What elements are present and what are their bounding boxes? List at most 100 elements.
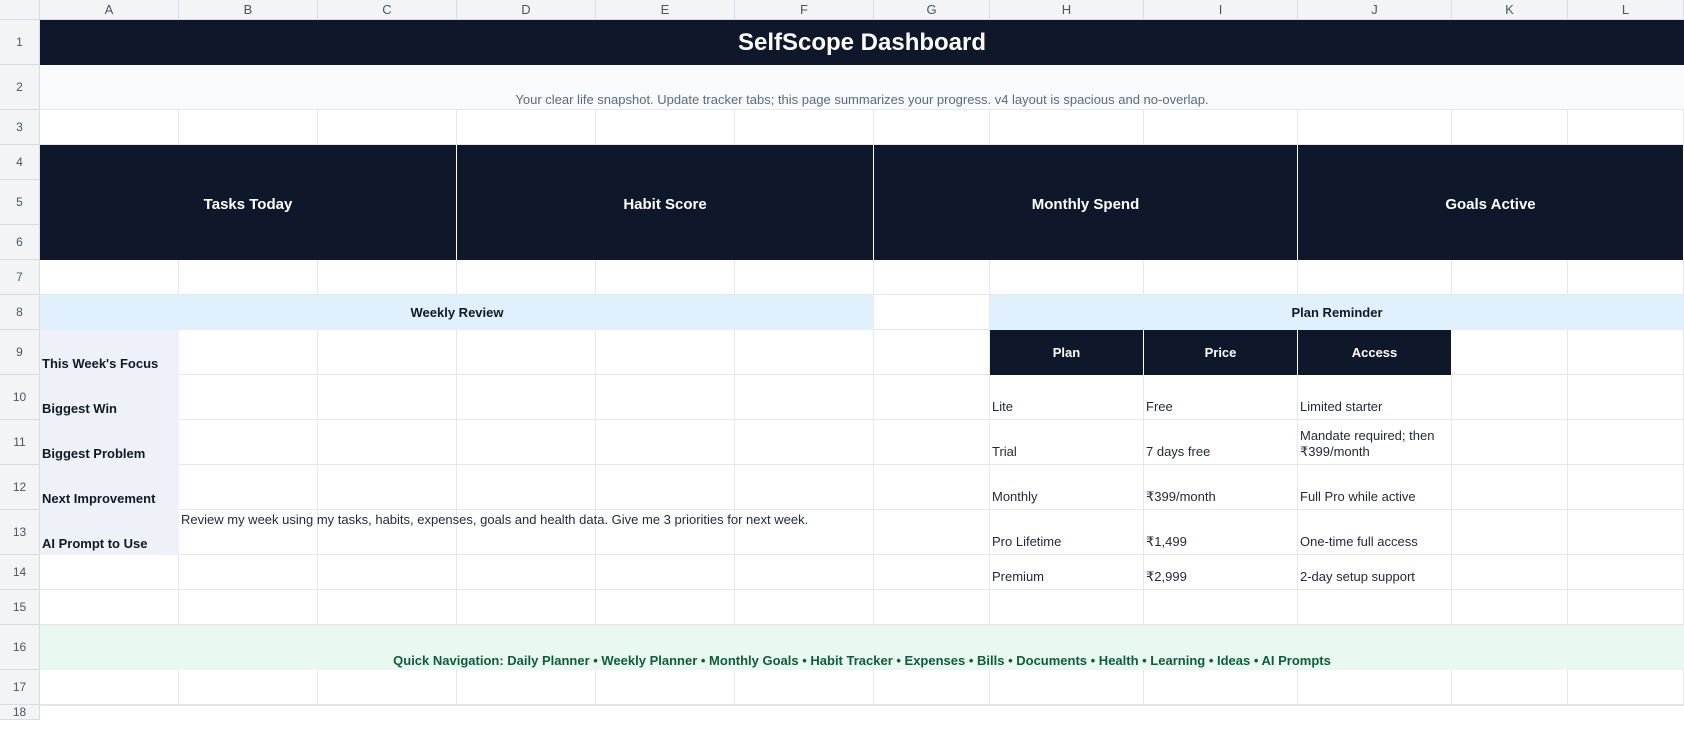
grid-cell[interactable]	[40, 590, 179, 625]
grid-cell[interactable]	[990, 260, 1144, 295]
plan-table-cell[interactable]: ₹399/month	[1144, 465, 1298, 510]
grid-cell[interactable]	[1568, 590, 1684, 625]
grid-cell[interactable]	[1452, 330, 1568, 375]
grid-cell[interactable]	[1568, 375, 1684, 420]
row-header-7[interactable]: 7	[0, 260, 40, 295]
grid-cell[interactable]	[1452, 590, 1568, 625]
grid-cell[interactable]	[1452, 110, 1568, 145]
weekly-review-entry[interactable]	[179, 330, 874, 375]
grid-cell[interactable]	[1568, 330, 1684, 375]
grid-cell[interactable]	[40, 260, 179, 295]
grid-cell[interactable]	[874, 670, 990, 705]
grid-cell[interactable]	[1452, 555, 1568, 590]
grid-cell[interactable]	[457, 260, 596, 295]
grid-cell[interactable]	[1568, 420, 1684, 465]
row-header-18[interactable]: 18	[0, 705, 40, 720]
grid-cell[interactable]	[179, 590, 318, 625]
plan-table-cell[interactable]: Lite	[990, 375, 1144, 420]
grid-cell[interactable]	[1452, 465, 1568, 510]
column-header-a[interactable]: A	[40, 0, 179, 20]
grid-cell[interactable]	[990, 590, 1144, 625]
plan-table-cell[interactable]: 2-day setup support	[1298, 555, 1452, 590]
column-header-g[interactable]: G	[874, 0, 990, 20]
column-header-l[interactable]: L	[1568, 0, 1684, 20]
ai-prompt-cell[interactable]: Review my week using my tasks, habits, e…	[179, 510, 874, 555]
grid-cell[interactable]	[874, 510, 990, 555]
grid-cell[interactable]	[1452, 705, 1568, 706]
grid-cell[interactable]	[874, 705, 990, 706]
row-header-3[interactable]: 3	[0, 110, 40, 145]
grid-cell[interactable]	[1298, 590, 1452, 625]
grid-cell[interactable]	[457, 590, 596, 625]
grid-cell[interactable]	[874, 420, 990, 465]
grid-cell[interactable]	[1298, 705, 1452, 706]
grid-cell[interactable]	[1144, 110, 1298, 145]
grid-cell[interactable]	[179, 670, 318, 705]
grid-cell[interactable]	[1452, 420, 1568, 465]
grid-cell[interactable]	[990, 670, 1144, 705]
grid-cell[interactable]	[1452, 260, 1568, 295]
grid-cell[interactable]	[735, 705, 874, 706]
plan-table-cell[interactable]: Full Pro while active	[1298, 465, 1452, 510]
row-header-16[interactable]: 16	[0, 625, 40, 670]
grid-cell[interactable]	[1568, 555, 1684, 590]
grid-cell[interactable]	[179, 705, 318, 706]
grid-cell[interactable]	[318, 705, 457, 706]
grid-cell[interactable]	[596, 555, 735, 590]
column-header-j[interactable]: J	[1298, 0, 1452, 20]
grid-cell[interactable]	[1144, 590, 1298, 625]
grid-cell[interactable]	[40, 555, 179, 590]
grid-cell[interactable]	[179, 555, 318, 590]
grid-cell[interactable]	[1568, 670, 1684, 705]
grid-cell[interactable]	[990, 110, 1144, 145]
plan-table-cell[interactable]: 7 days free	[1144, 420, 1298, 465]
grid-cell[interactable]	[1298, 670, 1452, 705]
grid-cell[interactable]	[596, 670, 735, 705]
grid-cell[interactable]	[596, 705, 735, 706]
grid-cell[interactable]	[874, 555, 990, 590]
column-header-k[interactable]: K	[1452, 0, 1568, 20]
grid-cell[interactable]	[990, 705, 1144, 706]
grid-cell[interactable]	[1452, 510, 1568, 555]
grid-cell[interactable]	[457, 705, 596, 706]
row-header-1[interactable]: 1	[0, 20, 40, 65]
row-header-17[interactable]: 17	[0, 670, 40, 705]
grid-cell[interactable]	[735, 670, 874, 705]
column-header-d[interactable]: D	[457, 0, 596, 20]
row-header-9[interactable]: 9	[0, 330, 40, 375]
grid-cell[interactable]	[179, 110, 318, 145]
grid-cell[interactable]	[874, 330, 990, 375]
grid-cell[interactable]	[457, 670, 596, 705]
grid-cell[interactable]	[40, 110, 179, 145]
plan-table-cell[interactable]: One-time full access	[1298, 510, 1452, 555]
grid-cell[interactable]	[735, 260, 874, 295]
grid-cell[interactable]	[874, 375, 990, 420]
column-header-c[interactable]: C	[318, 0, 457, 20]
grid-cell[interactable]	[1452, 670, 1568, 705]
weekly-review-entry[interactable]	[179, 465, 874, 510]
grid-cell[interactable]	[596, 590, 735, 625]
plan-table-cell[interactable]: Trial	[990, 420, 1144, 465]
grid-cell[interactable]	[1144, 260, 1298, 295]
grid-cell[interactable]	[874, 260, 990, 295]
row-header-10[interactable]: 10	[0, 375, 40, 420]
row-header-11[interactable]: 11	[0, 420, 40, 465]
grid-cell[interactable]	[179, 260, 318, 295]
row-header-6[interactable]: 6	[0, 225, 40, 260]
plan-table-cell[interactable]: ₹2,999	[1144, 555, 1298, 590]
row-header-14[interactable]: 14	[0, 555, 40, 590]
row-header-5[interactable]: 5	[0, 180, 40, 225]
plan-table-cell[interactable]: ₹1,499	[1144, 510, 1298, 555]
column-header-f[interactable]: F	[735, 0, 874, 20]
grid-cell[interactable]	[1568, 705, 1684, 706]
grid-cell[interactable]	[1144, 670, 1298, 705]
grid-cell[interactable]	[1568, 465, 1684, 510]
grid-cell[interactable]	[40, 670, 179, 705]
grid-cell[interactable]	[1298, 260, 1452, 295]
weekly-review-entry[interactable]	[179, 375, 874, 420]
grid-cell[interactable]	[1144, 705, 1298, 706]
quick-navigation[interactable]: Quick Navigation: Daily Planner • Weekly…	[40, 625, 1684, 670]
row-header-15[interactable]: 15	[0, 590, 40, 625]
grid-cell[interactable]	[318, 590, 457, 625]
grid-cell[interactable]	[874, 110, 990, 145]
